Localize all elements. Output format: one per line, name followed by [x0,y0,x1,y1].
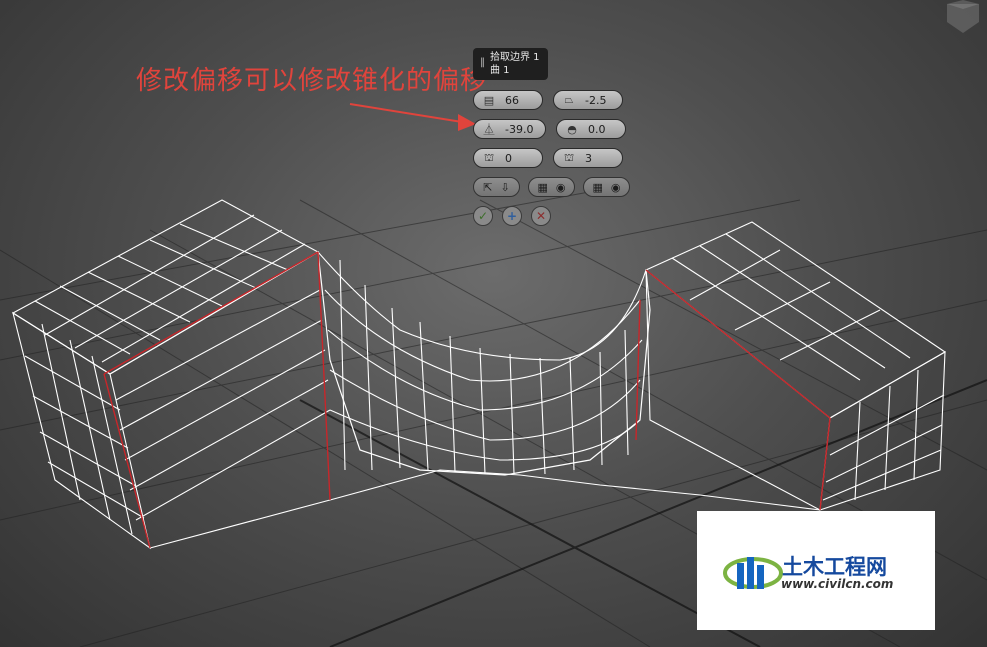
arrow-down-icon: ⇩ [500,180,510,194]
watermark-url: www.civilcn.com [781,577,894,591]
segments-value[interactable]: 66 [505,94,519,107]
apply-continue-button[interactable]: + [502,206,522,226]
viewcube-icon[interactable] [943,0,983,34]
refresh-icon: ◉ [610,180,621,194]
refresh-icon: ◉ [555,180,566,194]
taper-value[interactable]: -2.5 [585,94,606,107]
smooth-field[interactable]: ◓ 0.0 [556,119,626,139]
taper-icon: ⏢ [564,93,574,106]
pick-segment-button-b[interactable]: ▦ ◉ [583,177,630,197]
twist-value[interactable]: 0 [505,152,512,165]
offset-value[interactable]: -39.0 [505,123,533,136]
annotation-text: 修改偏移可以修改锥化的偏移 [136,66,488,96]
grid-segment-icon: ▦ [592,180,603,194]
select-pointer-icon: ⇱ [483,180,493,194]
taper-field[interactable]: ⏢ -2.5 [553,90,623,110]
twist-field[interactable]: ⛫ 0 [473,148,543,168]
smooth-icon: ◓ [567,122,577,136]
watermark-logo: 土木工程网 www.civilcn.com [697,511,935,630]
segments-field[interactable]: ▤ 66 [473,90,543,110]
ok-button[interactable]: ✓ [473,206,493,226]
grid-segment-icon: ▦ [537,180,548,194]
offset-icon: ⏅ [483,123,495,136]
pick-edge-button[interactable]: ⇱ ⇩ [473,177,520,197]
pick-segment-button-a[interactable]: ▦ ◉ [528,177,575,197]
twist-count-field[interactable]: ⛫ 3 [553,148,623,168]
cancel-button[interactable]: ✕ [531,206,551,226]
twist-icon: ⛫ [483,150,495,164]
segments-icon: ▤ [483,93,495,107]
edge-highlights [103,251,831,549]
caddy-caption-line2: 曲 1 [490,65,510,76]
twist-count-icon: ⛫ [563,150,575,164]
caddy-caption[interactable]: ‖ 拾取边界 1 曲 1 [473,48,548,80]
smooth-value[interactable]: 0.0 [588,123,606,136]
annotation-arrow [349,103,476,131]
offset-field[interactable]: ⏅ -39.0 [473,119,546,139]
twist-count-value[interactable]: 3 [585,152,592,165]
caddy-caption-line1: 拾取边界 1 [490,52,540,63]
grip-icon[interactable]: ‖ [480,56,485,69]
